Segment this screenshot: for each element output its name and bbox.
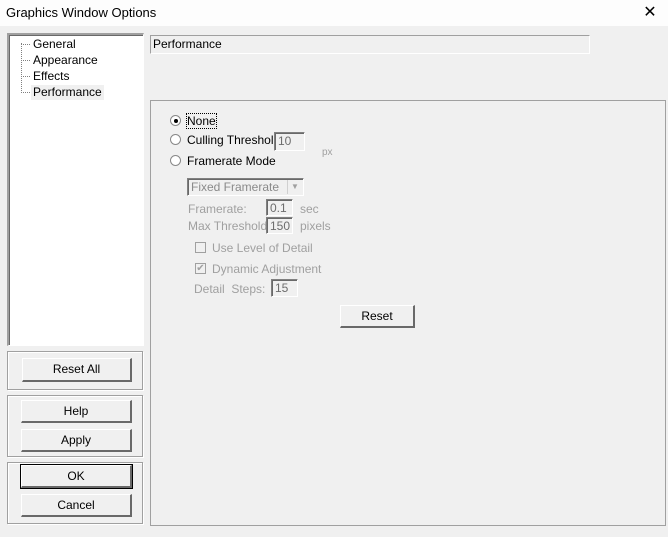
cancel-button[interactable]: Cancel [21, 494, 132, 517]
max-threshold-unit-label: pixels [300, 219, 331, 233]
framerate-label: Framerate: [188, 202, 247, 216]
tree-item-effects[interactable]: Effects [31, 69, 71, 84]
max-threshold-label: Max Threshold: [188, 219, 271, 233]
ok-button[interactable]: OK [20, 464, 133, 489]
close-icon[interactable]: ✕ [640, 3, 660, 23]
radio-none[interactable] [170, 115, 181, 126]
detail-steps-input[interactable]: 15 [271, 279, 298, 297]
window-title: Graphics Window Options [6, 5, 157, 20]
tree-connector [21, 76, 30, 77]
dynamic-adjustment-checkbox[interactable]: ✔ [195, 263, 206, 274]
checkmark-icon: ✔ [196, 263, 205, 274]
tree-connector [21, 43, 22, 93]
tree-connector [21, 60, 30, 61]
apply-button[interactable]: Apply [21, 429, 132, 452]
max-threshold-input[interactable]: 150 [266, 217, 293, 234]
framerate-input[interactable]: 0.1 [266, 199, 293, 216]
reset-all-button[interactable]: Reset All [22, 358, 132, 382]
tree-connector [21, 92, 30, 93]
tree-item-performance[interactable]: Performance [31, 85, 104, 100]
reset-button[interactable]: Reset [340, 305, 415, 328]
radio-culling-threshold-label[interactable]: Culling Threshold [187, 133, 280, 147]
radio-framerate-mode[interactable] [170, 155, 181, 166]
culling-unit-label: px [322, 147, 333, 158]
radio-framerate-mode-label[interactable]: Framerate Mode [187, 154, 276, 168]
framerate-unit-label: sec [300, 202, 319, 216]
framerate-mode-select[interactable]: Fixed Framerate ▼ [187, 178, 304, 196]
category-tree[interactable]: General Appearance Effects Performance [7, 33, 144, 346]
radio-none-label[interactable]: None [186, 113, 217, 129]
radio-culling-threshold[interactable] [170, 134, 181, 145]
culling-threshold-input[interactable]: 10 [274, 132, 305, 151]
title-bar: Graphics Window Options ✕ [0, 0, 668, 26]
tree-item-general[interactable]: General [31, 37, 78, 52]
use-lod-label[interactable]: Use Level of Detail [212, 241, 313, 255]
section-header: Performance [150, 35, 590, 54]
detail-steps-label: Detail Steps: [194, 282, 266, 296]
tree-item-appearance[interactable]: Appearance [31, 53, 100, 68]
chevron-down-icon[interactable]: ▼ [287, 180, 302, 194]
use-lod-checkbox[interactable] [195, 242, 206, 253]
framerate-mode-select-value: Fixed Framerate [191, 180, 280, 194]
help-button[interactable]: Help [21, 400, 132, 423]
dynamic-adjustment-label[interactable]: Dynamic Adjustment [212, 262, 321, 276]
tree-connector [21, 44, 30, 45]
